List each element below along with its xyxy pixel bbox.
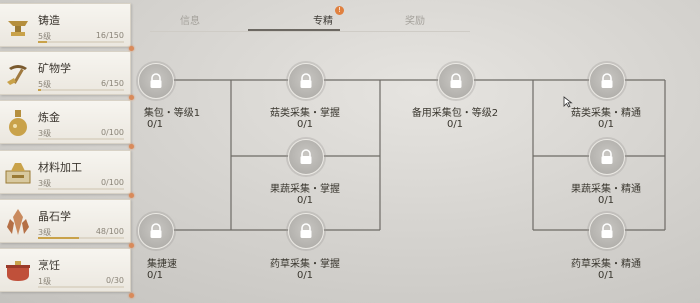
skill-progress-bar — [38, 237, 124, 239]
cooking-pot-icon — [2, 253, 34, 289]
skill-xp: 48/100 — [95, 227, 124, 236]
node-count: 0/1 — [146, 270, 164, 281]
skill-progress-bar — [38, 89, 124, 91]
skill-card-casting[interactable]: 铸造 5级 16/150 — [0, 3, 131, 47]
skill-name: 烹饪 — [38, 259, 60, 272]
skill-node-backup-pack-2[interactable] — [438, 63, 474, 99]
tab-info[interactable]: 信息 — [150, 12, 230, 27]
lock-icon — [601, 149, 613, 164]
lock-icon — [150, 73, 162, 88]
skill-name: 炼金 — [38, 111, 60, 124]
skills-screen: 信息 专精 奖励 ! 集包・等级1 0/1 菇类采集・掌握 0/1 备用采集包・… — [0, 0, 700, 303]
node-count: 0/1 — [296, 195, 314, 206]
node-count: 0/1 — [597, 119, 615, 130]
skill-progress-fill — [38, 89, 42, 91]
lock-icon — [300, 149, 312, 164]
active-tab-indicator — [248, 29, 340, 31]
tab-rewards[interactable]: 奖励 — [375, 12, 455, 27]
node-label: 备用采集包・等级2 — [411, 108, 499, 119]
lock-icon — [150, 223, 162, 238]
skill-card-alchemy[interactable]: 炼金 3级 0/100 — [0, 100, 131, 144]
skill-card-crystallography[interactable]: 晶石学 3级 48/100 — [0, 199, 131, 243]
tab-specialization[interactable]: 专精 — [283, 12, 363, 27]
skill-card-material-processing[interactable]: 材料加工 3级 0/100 — [0, 150, 131, 194]
anvil-icon — [2, 8, 34, 44]
skill-xp: 6/150 — [100, 79, 124, 88]
skill-progress-bar — [38, 188, 124, 190]
skill-progress-fill — [38, 41, 48, 43]
notification-dot — [129, 243, 134, 248]
skill-name: 矿物学 — [38, 62, 71, 75]
node-label: 药草采集・掌握 — [270, 259, 340, 270]
skill-progress-fill — [38, 237, 80, 239]
node-count: 0/1 — [296, 119, 314, 130]
skill-name: 铸造 — [38, 14, 60, 27]
skill-node-herb-master[interactable] — [288, 213, 324, 249]
notification-dot — [129, 293, 134, 298]
skill-node-gather-speed[interactable] — [138, 213, 174, 249]
lock-icon — [601, 73, 613, 88]
skill-card-mineralogy[interactable]: 矿物学 5级 6/150 — [0, 51, 131, 95]
node-count: 0/1 — [597, 270, 615, 281]
crystal-icon — [2, 204, 34, 240]
skill-xp: 0/100 — [100, 178, 124, 187]
skill-card-cooking[interactable]: 烹饪 1级 0/30 — [0, 248, 131, 292]
materials-icon — [2, 155, 34, 191]
node-count: 0/1 — [446, 119, 464, 130]
node-count: 0/1 — [597, 195, 615, 206]
skill-node-fruit-master[interactable] — [288, 139, 324, 175]
node-label: 果蔬采集・精通 — [571, 184, 641, 195]
skill-name: 晶石学 — [38, 210, 71, 223]
skill-progress-bar — [38, 138, 124, 140]
lock-icon — [300, 73, 312, 88]
skill-xp: 16/150 — [95, 31, 124, 40]
notification-dot — [129, 144, 134, 149]
notification-dot — [129, 95, 134, 100]
pickaxe-icon — [2, 56, 34, 92]
skill-node-herb-expert[interactable] — [589, 213, 625, 249]
potion-icon — [2, 105, 34, 141]
lock-icon — [300, 223, 312, 238]
skill-node-mushroom-expert[interactable] — [589, 63, 625, 99]
skill-xp: 0/100 — [100, 128, 124, 137]
skill-progress-bar — [38, 286, 124, 288]
node-count: 0/1 — [146, 119, 164, 130]
skill-xp: 0/30 — [106, 276, 124, 285]
skill-node-gather-pack-1[interactable] — [138, 63, 174, 99]
node-label: 果蔬采集・掌握 — [270, 184, 340, 195]
skill-node-fruit-expert[interactable] — [589, 139, 625, 175]
mouse-cursor-icon — [563, 96, 573, 108]
node-label: 药草采集・精通 — [571, 259, 641, 270]
lock-icon — [450, 73, 462, 88]
skill-sidebar: 铸造 5级 16/150 矿物学 5级 6/150 炼金 3级 0/100 材料… — [0, 0, 136, 303]
notification-dot — [129, 193, 134, 198]
skill-node-mushroom-master[interactable] — [288, 63, 324, 99]
notification-badge: ! — [335, 6, 344, 15]
skill-progress-bar — [38, 41, 124, 43]
skill-name: 材料加工 — [38, 161, 82, 174]
node-label: 菇类采集・掌握 — [270, 108, 340, 119]
node-count: 0/1 — [296, 270, 314, 281]
lock-icon — [601, 223, 613, 238]
notification-dot — [129, 46, 134, 51]
